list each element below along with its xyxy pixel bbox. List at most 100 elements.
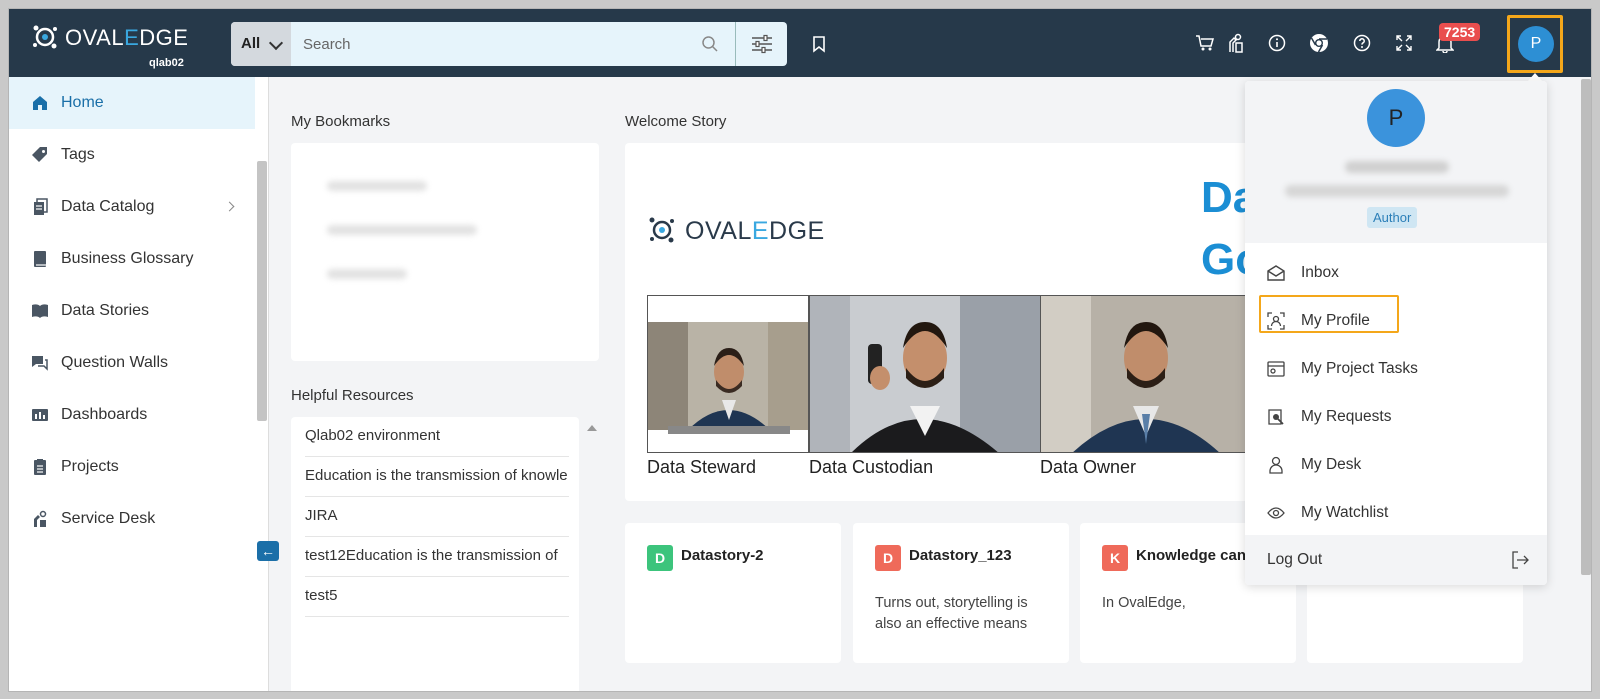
data-story-card[interactable]: D Datastory-2 [625,523,841,663]
menu-item-label: Inbox [1301,264,1339,281]
blurred-bookmark[interactable] [327,269,407,279]
logout-button[interactable]: Log Out [1245,535,1547,585]
persona-label: Data Steward [647,457,757,477]
arrow-left-icon: ← [261,543,275,559]
person-photo-icon [1041,296,1249,452]
info-icon[interactable] [1265,31,1289,55]
sidebar-item-home[interactable]: Home [9,77,255,129]
sidebar-item-projects[interactable]: Projects [9,441,255,493]
inbox-icon [1267,265,1285,281]
notification-count-badge[interactable]: 7253 [1439,23,1481,41]
chevron-right-icon [224,201,235,212]
sidebar-item-dashboards[interactable]: Dashboards [9,389,255,441]
sidebar-item-label: Home [61,94,104,111]
collapse-sidebar-button[interactable]: ← [257,541,279,561]
sidebar-item-service-desk[interactable]: Service Desk [9,493,255,545]
search-scope-label: All [241,35,261,52]
project-tasks-icon [1267,361,1285,377]
profile-dropdown-menu: P Author Inbox My Profile My Project Tas… [1245,81,1547,585]
logo-mark-icon [33,25,57,49]
page-scrollbar[interactable] [1581,79,1591,575]
logo-mark-icon [649,217,674,243]
tag-icon [32,147,47,162]
story-type-badge: D [647,545,673,571]
sidebar: Home Tags Data Catalog Business Glossary… [9,77,269,691]
search-icon[interactable] [701,35,719,53]
app-window: OVALEDGE qlab02 All Search 7253 P Home T… [8,8,1592,692]
story-type-badge: K [1102,545,1128,571]
menu-item-label: My Watchlist [1301,504,1389,521]
highlight-box [1259,295,1399,333]
story-title: Datastory-2 [681,547,764,564]
data-story-card[interactable]: D Datastory_123 Turns out, storytelling … [853,523,1069,663]
story-description: Turns out, storytelling is also an effec… [875,595,1028,632]
menu-item-my-project-tasks[interactable]: My Project Tasks [1245,347,1547,391]
fullscreen-icon[interactable] [1392,31,1416,55]
desk-icon [1269,456,1283,474]
person-photo-icon [810,296,1040,452]
blurred-bookmark[interactable] [327,181,427,191]
person-photo-icon [648,322,808,434]
chrome-icon[interactable] [1307,31,1331,55]
advanced-filter-button[interactable] [735,22,787,66]
scroll-up-arrow-icon[interactable] [587,425,597,431]
sidebar-scrollbar[interactable] [257,161,267,421]
avatar: P [1518,26,1554,62]
resource-link[interactable]: Education is the transmission of knowle [305,457,569,497]
persona-label: Data Custodian [809,457,934,477]
blurred-user-email [1285,185,1509,197]
chat-icon [32,356,48,371]
menu-item-inbox[interactable]: Inbox [1245,251,1547,295]
persona-image-data-custodian [809,295,1041,453]
menu-item-my-requests[interactable]: My Requests [1245,395,1547,439]
menu-item-my-desk[interactable]: My Desk [1245,443,1547,487]
persona-label: Data Owner [1040,457,1137,477]
search-scope-select[interactable]: All [231,22,291,66]
home-icon [33,96,47,110]
menu-item-my-watchlist[interactable]: My Watchlist [1245,491,1547,535]
sidebar-item-tags[interactable]: Tags [9,129,255,181]
story-title: Knowledge can [1136,547,1247,564]
bookmark-icon[interactable] [807,32,831,56]
help-icon[interactable] [1350,31,1374,55]
sliders-icon [751,34,772,54]
welcome-story-card[interactable]: OVALEDGE Da Go Data Steward Data Custodi… [625,143,1285,501]
service-request-icon[interactable] [1223,31,1247,55]
welcome-story-title: Welcome Story [625,113,727,130]
resource-link[interactable]: JIRA [305,497,569,537]
story-type-badge: D [875,545,901,571]
blurred-bookmark[interactable] [327,225,477,235]
chevron-down-icon [268,35,284,51]
logo-text: OVALEDGE [65,25,189,50]
resource-link[interactable]: test12Education is the transmission of [305,537,569,577]
menu-item-label: My Requests [1301,408,1392,425]
persona-image-data-steward [647,295,809,453]
resource-link[interactable]: Qlab02 environment [305,417,569,457]
book-icon [32,304,48,318]
persona-image-data-owner [1040,295,1250,453]
environment-label: qlab02 [149,57,184,69]
menu-item-label: My Project Tasks [1301,360,1418,377]
resource-link[interactable]: test5 [305,577,569,617]
search-input[interactable] [291,22,731,66]
sidebar-item-business-glossary[interactable]: Business Glossary [9,233,255,285]
profile-header: P Author [1245,81,1547,243]
logout-label: Log Out [1267,551,1323,568]
user-avatar-button[interactable]: P [1507,15,1563,73]
sidebar-item-label: Business Glossary [61,250,194,267]
cart-icon[interactable] [1193,31,1217,55]
sidebar-item-data-stories[interactable]: Data Stories [9,285,255,337]
welcome-logo-text: OVALEDGE [685,217,825,245]
avatar: P [1367,89,1425,147]
blurred-user-name [1345,161,1449,173]
service-desk-icon [34,510,47,527]
sidebar-item-question-walls[interactable]: Question Walls [9,337,255,389]
sidebar-item-label: Service Desk [61,510,156,527]
eye-icon [1267,507,1285,519]
projects-icon [34,459,46,475]
top-bar: OVALEDGE qlab02 All Search 7253 P [9,9,1591,77]
story-title: Datastory_123 [909,547,1012,564]
dashboard-icon [32,409,48,421]
logout-icon [1512,551,1529,569]
sidebar-item-data-catalog[interactable]: Data Catalog [9,181,255,233]
